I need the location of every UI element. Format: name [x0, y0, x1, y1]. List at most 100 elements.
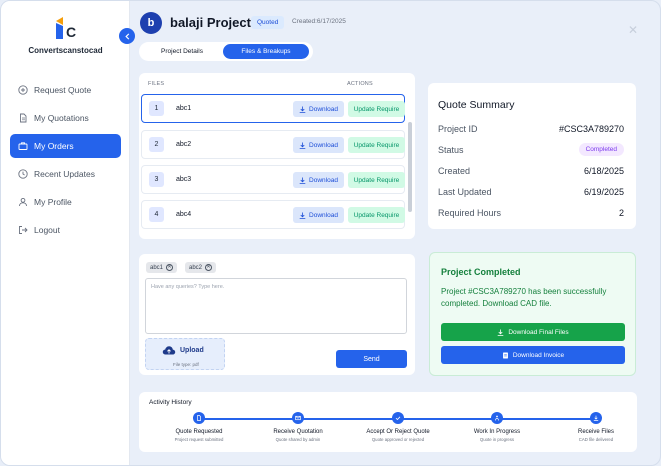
- completed-title: Project Completed: [441, 267, 521, 277]
- step-sub: Quote shared by admin: [275, 437, 321, 442]
- plus-circle-icon: [18, 85, 28, 95]
- progress-icon: [491, 412, 503, 424]
- download-label: Download: [309, 105, 338, 113]
- sidebar-item-label: Request Quote: [34, 85, 92, 95]
- download-invoice-label: Download Invoice: [512, 351, 565, 359]
- user-icon: [19, 197, 27, 207]
- upload-label: Upload: [180, 347, 204, 354]
- sidebar-item-request-quote[interactable]: Request Quote: [10, 78, 121, 102]
- summary-value: 2: [618, 208, 624, 218]
- sidebar-item-recent-updates[interactable]: Recent Updates: [10, 162, 121, 186]
- file-chip[interactable]: abc2 ✕: [185, 262, 217, 273]
- file-row[interactable]: 3 abc3 Download Update Require: [141, 165, 405, 194]
- step-label: Work In Progress: [473, 429, 521, 435]
- summary-row-created: Created 6/18/2025: [438, 166, 624, 180]
- sidebar-item-my-quotations[interactable]: My Quotations: [10, 106, 121, 130]
- summary-label: Status: [438, 145, 464, 155]
- download-icon: [299, 211, 306, 219]
- download-button[interactable]: Download: [293, 207, 344, 223]
- file-row[interactable]: 4 abc4 Download Update Require: [141, 200, 405, 229]
- tab-files-breakups[interactable]: Files & Breakups: [223, 44, 309, 59]
- remove-chip-icon[interactable]: ✕: [166, 264, 174, 271]
- file-row[interactable]: 2 abc2 Download Update Require: [141, 130, 405, 159]
- project-completed-panel: Project Completed Project #CSC3A789270 h…: [429, 252, 636, 376]
- file-row[interactable]: 1 abc1 Download Update Require: [141, 94, 405, 123]
- update-require-button[interactable]: Update Require: [348, 101, 405, 117]
- sidebar-item-my-profile[interactable]: My Profile: [10, 190, 121, 214]
- summary-row-last-updated: Last Updated 6/19/2025: [438, 187, 624, 201]
- download-label: Download: [309, 141, 338, 149]
- file-number: 3: [149, 172, 164, 187]
- sidebar-item-label: My Quotations: [34, 113, 89, 123]
- clock-icon: [18, 169, 28, 179]
- activity-step: Accept Or Reject Quote Quote approved or…: [353, 412, 443, 442]
- logout-icon: [19, 226, 28, 234]
- download-button[interactable]: Download: [293, 101, 344, 117]
- document-icon: [20, 113, 27, 123]
- sidebar: C Convertscanstocad Request Quote My Quo…: [1, 1, 130, 465]
- download-invoice-button[interactable]: Download Invoice: [441, 346, 625, 364]
- app-window: C Convertscanstocad Request Quote My Quo…: [0, 0, 661, 466]
- summary-value: 6/18/2025: [583, 166, 624, 176]
- actions-column-header: ACTIONS: [347, 81, 373, 87]
- files-panel: FILES ACTIONS 1 abc1 Download Update Req…: [139, 73, 415, 239]
- download-icon: [498, 328, 504, 336]
- activity-step: Receive Quotation Quote shared by admin: [253, 412, 343, 442]
- sidebar-item-label: Recent Updates: [34, 169, 95, 179]
- update-require-button[interactable]: Update Require: [348, 137, 405, 153]
- send-button[interactable]: Send: [336, 350, 407, 368]
- request-icon: [193, 412, 205, 424]
- page-title: balaji Project: [170, 15, 251, 30]
- query-textarea[interactable]: Have any queries? Type here.: [145, 278, 407, 334]
- download-button[interactable]: Download: [293, 172, 344, 188]
- summary-value: 6/19/2025: [583, 187, 624, 197]
- download-icon: [299, 176, 306, 184]
- remove-chip-icon[interactable]: ✕: [205, 264, 213, 271]
- query-panel: abc1 ✕ abc2 ✕ Have any queries? Type her…: [139, 254, 415, 375]
- sidebar-item-label: My Orders: [34, 141, 74, 151]
- summary-row-status: Status Completed: [438, 143, 624, 159]
- file-number: 1: [149, 101, 164, 116]
- file-name: abc1: [176, 105, 192, 112]
- files-column-header: FILES: [148, 81, 165, 87]
- close-icon[interactable]: ✕: [628, 23, 638, 37]
- activity-step: Work In Progress Quote in progress: [452, 412, 542, 442]
- sidebar-nav: Request Quote My Quotations My Orders Re…: [10, 78, 121, 246]
- step-label: Receive Quotation: [273, 429, 323, 435]
- quote-summary-panel: Quote Summary Project ID #CSC3A789270 St…: [428, 83, 636, 229]
- chip-label: abc1: [150, 264, 164, 271]
- chip-label: abc2: [189, 264, 203, 271]
- summary-label: Required Hours: [438, 208, 502, 218]
- download-button[interactable]: Download: [293, 137, 344, 153]
- step-sub: Quote in progress: [479, 437, 515, 442]
- download-label: Download: [309, 211, 338, 219]
- tab-bar: Project Details Files & Breakups: [139, 42, 313, 61]
- summary-row-project-id: Project ID #CSC3A789270: [438, 124, 624, 138]
- file-name: abc4: [176, 211, 192, 218]
- step-label: Receive Files: [577, 429, 614, 435]
- activity-title: Activity History: [149, 399, 192, 406]
- download-final-files-button[interactable]: Download Final Files: [441, 323, 625, 341]
- upload-button[interactable]: Upload File type: pdf: [145, 338, 225, 370]
- briefcase-icon: [18, 142, 28, 150]
- cloud-upload-icon: [162, 346, 176, 355]
- update-require-button[interactable]: Update Require: [348, 172, 405, 188]
- sidebar-item-label: My Profile: [34, 197, 72, 207]
- mail-icon: [292, 412, 304, 424]
- collapse-sidebar-button[interactable]: [119, 28, 135, 44]
- avatar: b: [140, 12, 162, 34]
- files-scrollbar[interactable]: [408, 122, 412, 212]
- update-require-button[interactable]: Update Require: [348, 207, 405, 223]
- logo-text: Convertscanstocad: [28, 46, 103, 55]
- download-icon: [299, 105, 306, 113]
- tab-project-details[interactable]: Project Details: [141, 44, 223, 59]
- summary-row-required-hours: Required Hours 2: [438, 208, 624, 222]
- file-number: 2: [149, 137, 164, 152]
- file-chip[interactable]: abc1 ✕: [146, 262, 178, 273]
- sidebar-item-logout[interactable]: Logout: [10, 218, 121, 242]
- check-icon: [392, 412, 404, 424]
- sidebar-item-label: Logout: [34, 225, 60, 235]
- activity-step: Quote Requested Project request submitte…: [154, 412, 244, 442]
- sidebar-item-my-orders[interactable]: My Orders: [10, 134, 121, 158]
- summary-value: #CSC3A789270: [558, 124, 624, 134]
